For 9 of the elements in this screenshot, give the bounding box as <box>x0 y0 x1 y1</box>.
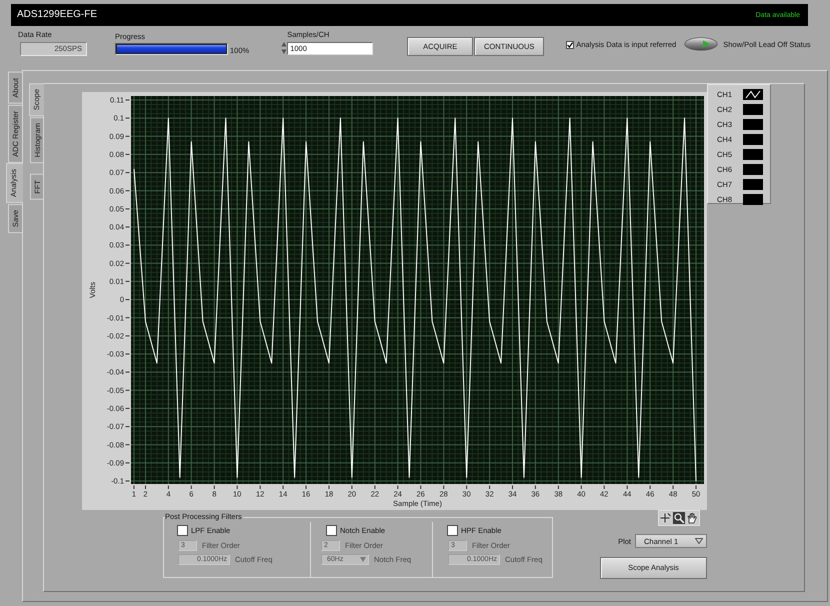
caret-icon <box>695 538 703 544</box>
checkbox[interactable] <box>566 40 574 48</box>
crosshair-icon[interactable] <box>660 512 672 524</box>
up-down-arrows-icon[interactable] <box>281 41 288 55</box>
hand-icon[interactable] <box>686 512 698 524</box>
zoom-icon[interactable] <box>673 512 685 524</box>
window-title: ADS1299EEG-FE <box>17 9 98 21</box>
toggle-switch[interactable] <box>684 37 718 51</box>
caret-icon <box>360 557 366 562</box>
